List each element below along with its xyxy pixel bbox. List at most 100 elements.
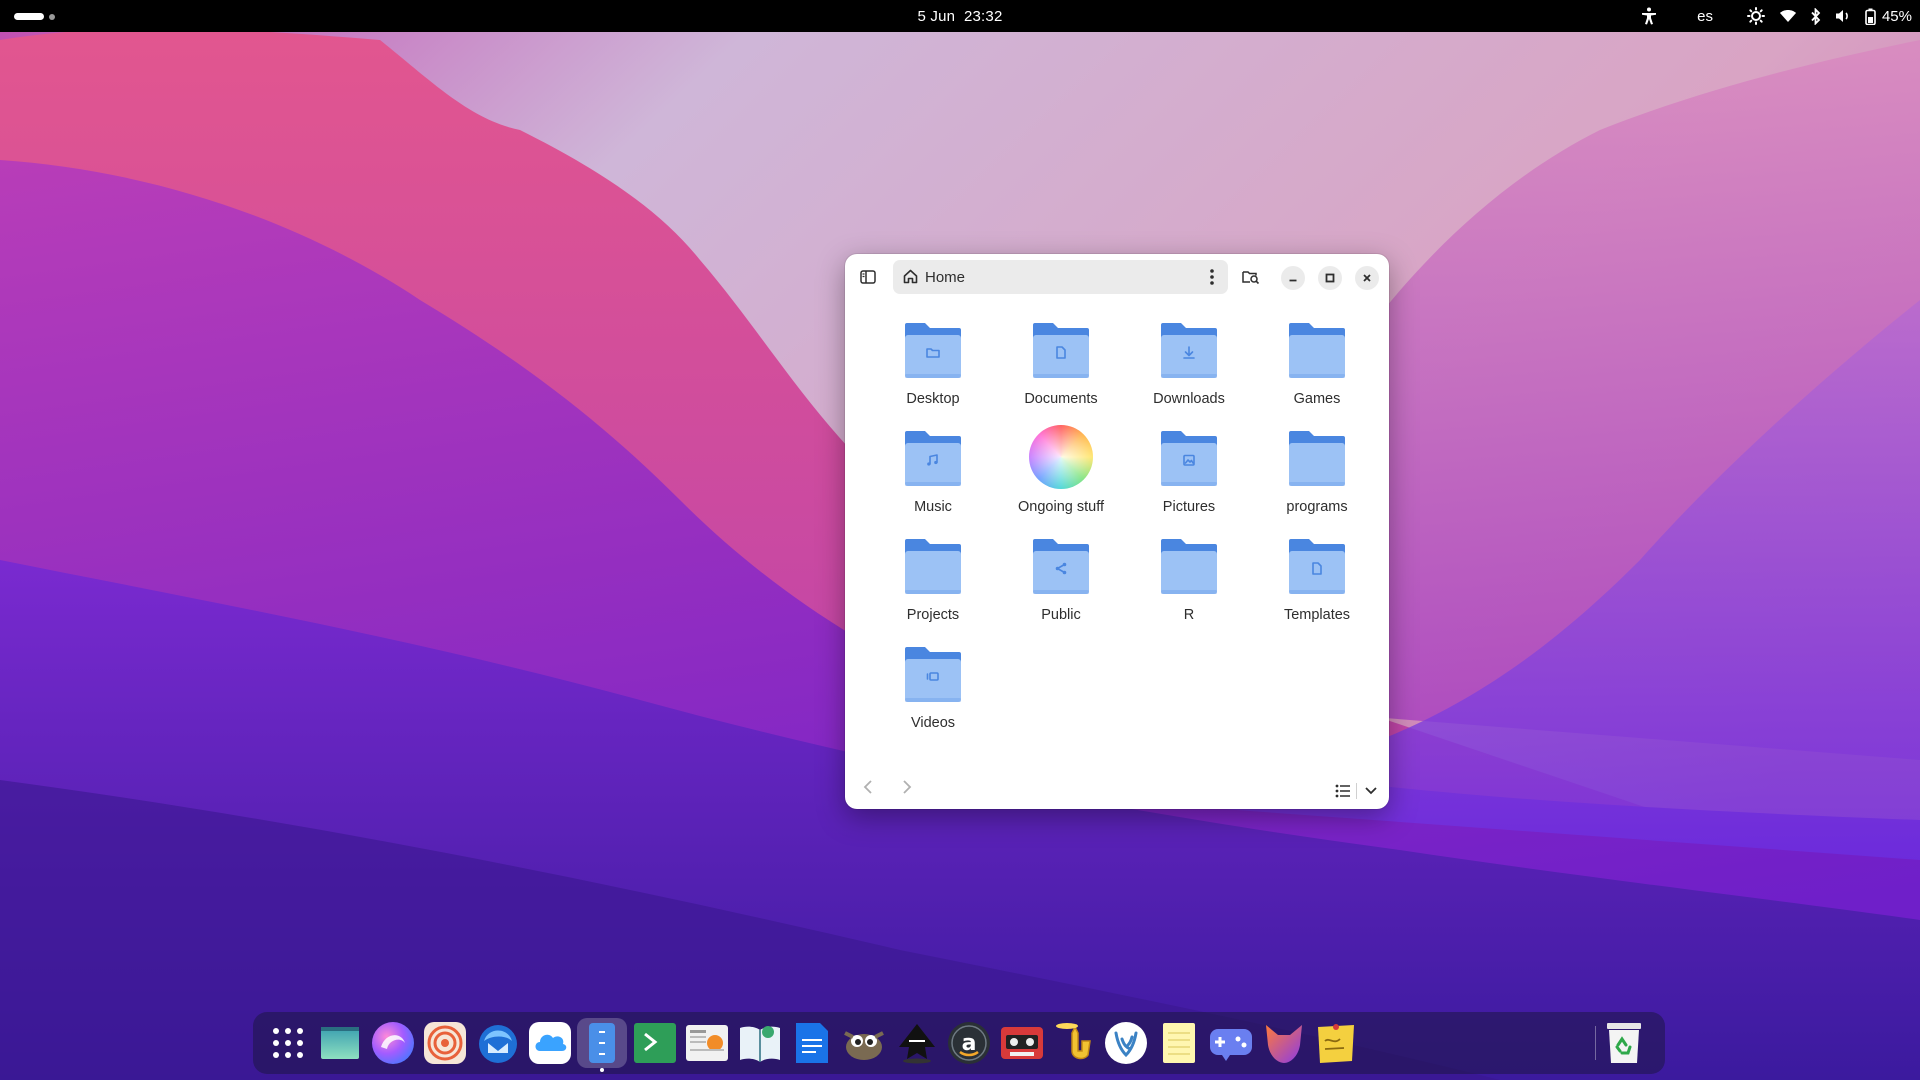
dock-inkscape[interactable] (892, 1018, 942, 1068)
folder-item-games[interactable]: Games (1253, 316, 1381, 424)
folder-item-projects[interactable]: Projects (869, 532, 997, 640)
folder-item-downloads[interactable]: Downloads (1125, 316, 1253, 424)
view-options-button[interactable] (1357, 777, 1385, 805)
target-app-icon (424, 1022, 467, 1064)
dock-sticky-notes[interactable] (1311, 1018, 1361, 1068)
folder-item-ongoing-stuff[interactable]: Ongoing stuff (997, 424, 1125, 532)
list-view-icon (1335, 784, 1350, 798)
dock-email-app[interactable] (473, 1018, 523, 1068)
folder-icon (905, 539, 961, 594)
dock-gimp[interactable] (839, 1018, 889, 1068)
folder-label: Documents (1024, 391, 1098, 407)
system-tray[interactable]: es 45% (1641, 6, 1912, 26)
list-view-button[interactable] (1329, 777, 1357, 805)
folder-label: Public (1041, 607, 1081, 623)
close-button[interactable] (1355, 266, 1379, 290)
dock-wolf-app[interactable] (1259, 1018, 1309, 1068)
folder-item-videos[interactable]: Videos (869, 640, 997, 748)
path-bar[interactable]: Home (893, 260, 1228, 294)
folder-item-documents[interactable]: Documents (997, 316, 1125, 424)
dock-notes[interactable] (1154, 1018, 1204, 1068)
dock-amazon-app[interactable]: a (944, 1018, 994, 1068)
minimize-button[interactable] (1281, 266, 1305, 290)
folder-item-desktop[interactable]: Desktop (869, 316, 997, 424)
svg-text:a: a (962, 1031, 977, 1056)
dock-writer-doc[interactable] (787, 1018, 837, 1068)
wifi-icon (1779, 6, 1797, 26)
header-bar: Home (845, 254, 1389, 300)
dock-target-app[interactable] (420, 1018, 470, 1068)
dock-files-app[interactable] (577, 1018, 628, 1072)
current-folder-label: Home (925, 269, 966, 286)
tuba-icon (1056, 1023, 1091, 1060)
document-folder-icon (1289, 539, 1345, 594)
folder-label: programs (1286, 499, 1348, 515)
dock: a (253, 1012, 1665, 1074)
folder-icon-wrapper (901, 316, 965, 382)
running-indicator (600, 1068, 605, 1072)
dock-vscodium[interactable] (1101, 1018, 1151, 1068)
bluetooth-icon (1811, 6, 1821, 26)
forward-button[interactable] (893, 773, 921, 801)
browser-icon (371, 1022, 414, 1064)
folder-icon (1289, 431, 1345, 486)
app-grid-icon (273, 1028, 303, 1058)
tape-recorder-icon (1000, 1027, 1043, 1059)
dock-window-app[interactable] (315, 1018, 365, 1068)
game-controller-icon (1210, 1029, 1253, 1061)
dock-recycle-bin[interactable] (1599, 1018, 1649, 1068)
clock[interactable]: 5 Jun 23:32 (0, 8, 1920, 25)
folder-item-music[interactable]: Music (869, 424, 997, 532)
file-grid: Desktop Documents Downloads Games Music Ongoi… (869, 316, 1381, 748)
top-bar: 5 Jun 23:32 es 45% (0, 0, 1920, 32)
dock-browser[interactable] (368, 1018, 418, 1068)
folder-icon (1289, 323, 1345, 378)
dock-tuba[interactable] (1049, 1018, 1099, 1068)
back-button[interactable] (854, 773, 882, 801)
forward-icon (903, 780, 912, 794)
folder-icon-wrapper (1157, 316, 1221, 382)
folder-item-r[interactable]: R (1125, 532, 1253, 640)
vscodium-icon (1105, 1022, 1148, 1064)
language-indicator[interactable]: es (1697, 6, 1713, 26)
clock-date: 5 Jun (917, 8, 956, 25)
news-reader-icon (686, 1025, 729, 1061)
folder-item-programs[interactable]: programs (1253, 424, 1381, 532)
folder-icon-wrapper (1157, 424, 1221, 490)
amazon-app-icon: a (948, 1022, 991, 1064)
dock-app-grid[interactable] (263, 1018, 313, 1068)
dock-game-controller[interactable] (1206, 1018, 1256, 1068)
folder-icon-wrapper (1285, 424, 1349, 490)
folder-label: Downloads (1153, 391, 1225, 407)
folder-label: Projects (906, 607, 960, 623)
folder-item-public[interactable]: Public (997, 532, 1125, 640)
dock-cloud-app[interactable] (525, 1018, 575, 1068)
recycle-bin-icon (1607, 1023, 1641, 1063)
wolf-app-icon (1265, 1025, 1302, 1063)
menu-icon[interactable] (1204, 268, 1220, 286)
folder-label: Ongoing stuff (1018, 499, 1104, 515)
maximize-button[interactable] (1318, 266, 1342, 290)
back-icon (863, 780, 872, 794)
dock-terminal-app[interactable] (630, 1018, 680, 1068)
view-options-icon (1365, 787, 1377, 795)
gimp-icon (844, 1031, 885, 1060)
folder-label: Desktop (906, 391, 960, 407)
accessibility-icon[interactable] (1641, 6, 1657, 26)
dock-news-reader[interactable] (682, 1018, 732, 1068)
folder-item-pictures[interactable]: Pictures (1125, 424, 1253, 532)
search-icon (1242, 271, 1260, 285)
dock-ebook-reader[interactable] (735, 1018, 785, 1068)
folder-icon-wrapper (901, 424, 965, 490)
dock-tape-recorder[interactable] (997, 1018, 1047, 1068)
inkscape-icon (898, 1024, 935, 1064)
folder-icon-wrapper (1157, 532, 1221, 598)
folder-item-templates[interactable]: Templates (1253, 532, 1381, 640)
folder-icon-wrapper (1285, 532, 1349, 598)
document-folder-icon (1033, 323, 1089, 378)
search-button[interactable] (1235, 261, 1267, 293)
image-folder-icon (1161, 431, 1217, 486)
folder-icon (1161, 539, 1217, 594)
sidebar-toggle-button[interactable] (852, 261, 884, 293)
cloud-app-icon (529, 1022, 571, 1064)
